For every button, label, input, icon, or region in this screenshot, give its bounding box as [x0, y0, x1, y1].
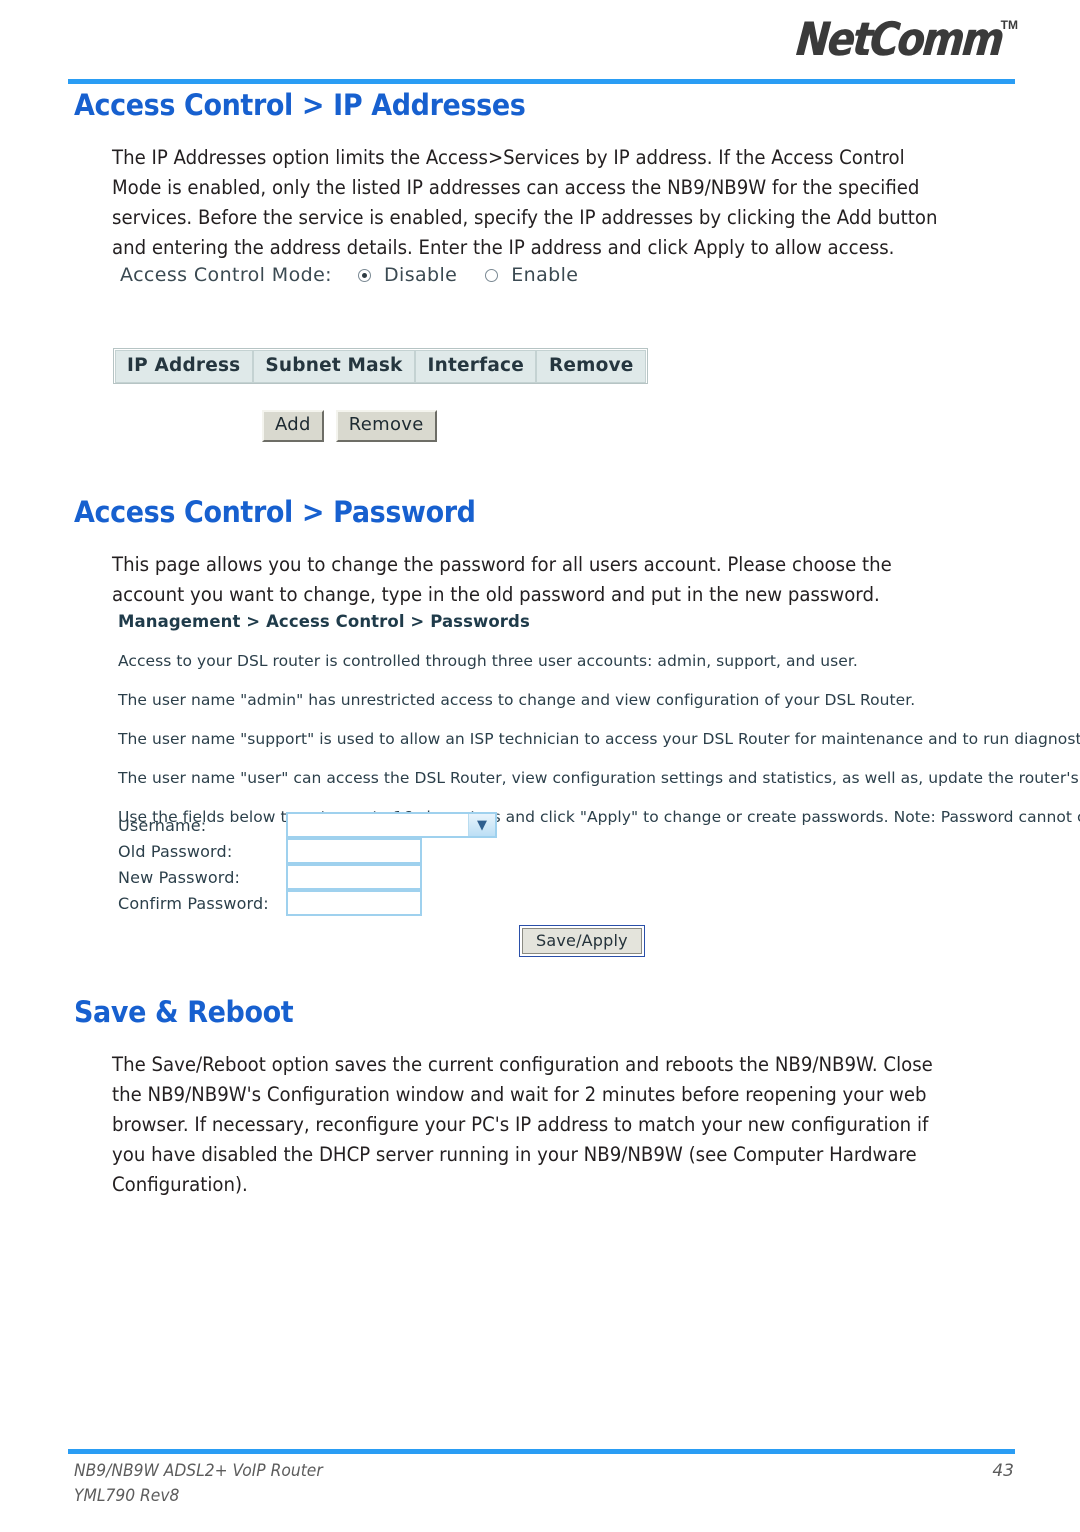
netcomm-wordmark: NetComm — [793, 12, 1005, 66]
radio-disable-label: Disable — [383, 264, 458, 286]
page-title-password: Access Control > Password — [74, 495, 476, 529]
table-header-subnet-mask: Subnet Mask — [252, 349, 416, 383]
ip-address-table: IP Address Subnet Mask Interface Remove — [113, 348, 648, 384]
paragraph-ip-addresses: The IP Addresses option limits the Acces… — [112, 146, 938, 259]
new-password-input[interactable] — [286, 864, 422, 890]
header-rule — [68, 79, 1015, 84]
page-title-ip-addresses: Access Control > IP Addresses — [74, 88, 526, 122]
form-row-confirm-password: Confirm Password: — [118, 890, 497, 916]
form-row-old-password: Old Password: — [118, 838, 497, 864]
passwords-info-line-2: The user name "admin" has unrestricted a… — [118, 691, 916, 709]
access-control-mode-label: Access Control Mode: — [120, 264, 332, 286]
page-number: 43 — [992, 1461, 1014, 1481]
remove-button[interactable]: Remove — [335, 410, 437, 442]
new-password-label: New Password: — [118, 867, 241, 887]
passwords-info-line-4: The user name "user" can access the DSL … — [118, 769, 1080, 787]
old-password-input[interactable] — [286, 838, 422, 864]
username-label: Username: — [118, 815, 207, 835]
radio-option-enable[interactable]: Enable — [485, 264, 578, 286]
ip-table-button-row: Add Remove — [262, 410, 437, 442]
radio-enable-label: Enable — [511, 264, 579, 286]
form-row-username: Username: ▼ — [118, 812, 497, 838]
footer-revision: YML790 Rev8 — [74, 1486, 180, 1505]
netcomm-logo: NetComm TM — [761, 12, 1018, 66]
confirm-password-input[interactable] — [286, 890, 422, 916]
passwords-info-line-1: Access to your DSL router is controlled … — [118, 652, 858, 670]
table-header-remove: Remove — [535, 349, 647, 383]
paragraph-password: This page allows you to change the passw… — [112, 553, 892, 606]
table-header-row: IP Address Subnet Mask Interface Remove — [113, 349, 647, 383]
radio-enable-icon[interactable] — [485, 268, 499, 282]
save-apply-button[interactable]: Save/Apply — [519, 925, 645, 957]
chevron-down-icon[interactable]: ▼ — [468, 814, 495, 836]
add-button[interactable]: Add — [262, 410, 324, 442]
access-control-mode-row: Access Control Mode: Disable Enable — [120, 264, 606, 286]
footer-rule — [68, 1449, 1015, 1454]
old-password-label: Old Password: — [118, 841, 233, 861]
radio-option-disable[interactable]: Disable — [357, 264, 458, 286]
confirm-password-label: Confirm Password: — [118, 893, 269, 913]
table-header-interface: Interface — [414, 349, 537, 383]
passwords-info-line-3: The user name "support" is used to allow… — [118, 730, 1080, 748]
radio-disable-icon[interactable] — [357, 268, 371, 282]
manual-page: NetComm TM Access Control > IP Addresses… — [0, 0, 1080, 1532]
username-select[interactable]: ▼ — [286, 812, 497, 838]
paragraph-save-reboot: The Save/Reboot option saves the current… — [112, 1053, 933, 1196]
footer-product: NB9/NB9W ADSL2+ VoIP Router — [74, 1461, 323, 1480]
table-header-ip-address: IP Address — [113, 349, 254, 383]
breadcrumb: Management > Access Control > Passwords — [118, 612, 530, 631]
page-title-save-reboot: Save & Reboot — [74, 995, 294, 1029]
save-apply-wrap: Save/Apply — [519, 925, 645, 957]
password-form: Username: ▼ Old Password: New Password: … — [118, 812, 497, 916]
form-row-new-password: New Password: — [118, 864, 497, 890]
